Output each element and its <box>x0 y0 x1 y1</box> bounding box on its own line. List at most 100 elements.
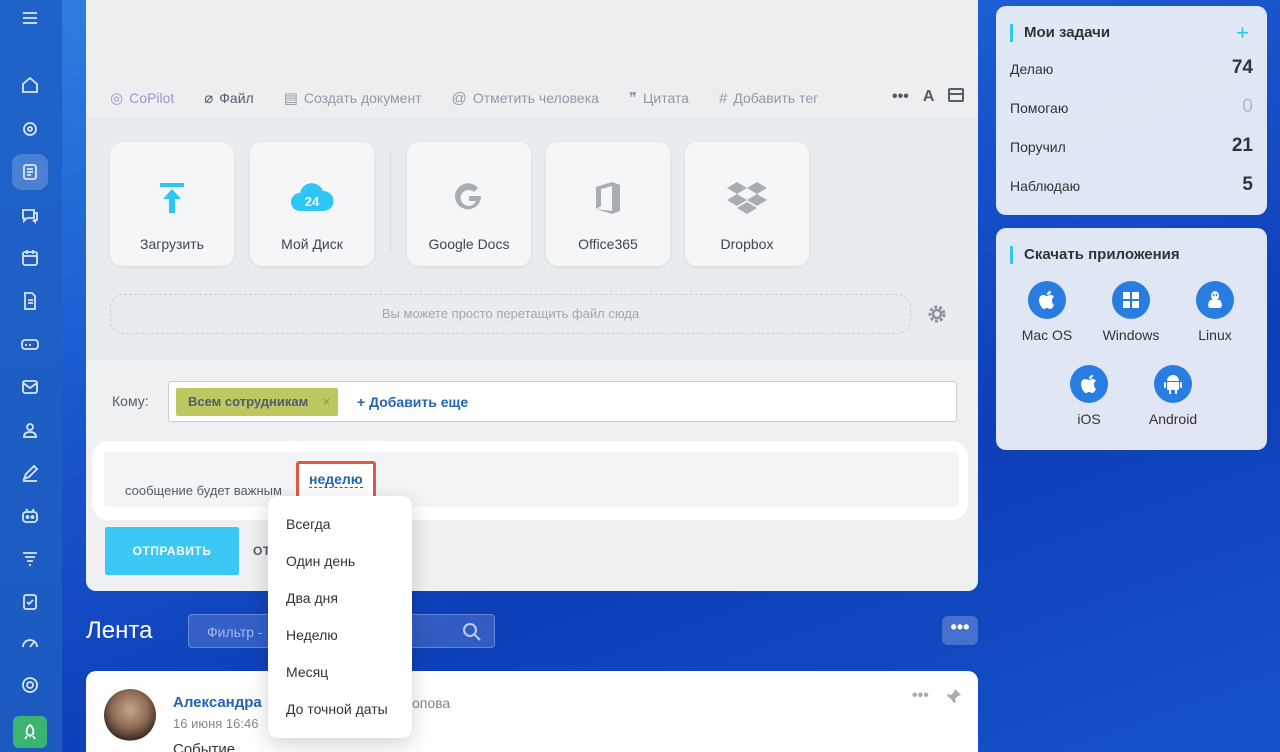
mention-label: Отметить человека <box>472 90 599 106</box>
dropbox-tile[interactable]: Dropbox <box>685 142 809 266</box>
font-format-icon[interactable]: A <box>923 88 935 107</box>
task-count: 5 <box>1242 174 1253 195</box>
office365-tile[interactable]: Office365 <box>546 142 670 266</box>
recipient-chip-label: Всем сотрудникам <box>188 394 309 409</box>
task-count: 21 <box>1231 135 1253 156</box>
settings-icon[interactable] <box>12 667 48 703</box>
dropbox-tile-label: Dropbox <box>720 236 774 252</box>
chat-icon[interactable] <box>12 197 48 233</box>
app-label: Mac OS <box>1021 327 1073 343</box>
important-period-link[interactable]: неделю <box>309 472 363 488</box>
dropdown-item-two-days[interactable]: Два дня <box>268 580 412 617</box>
send-button[interactable]: ОТПРАВИТЬ <box>105 527 239 575</box>
tasks-icon[interactable] <box>12 584 48 620</box>
more-icon[interactable]: ••• <box>892 88 909 107</box>
add-more-link[interactable]: + Добавить еще <box>357 394 468 410</box>
employees-icon[interactable] <box>12 412 48 448</box>
my-drive-tile[interactable]: 24 Мой Диск <box>250 142 374 266</box>
task-count: 0 <box>1242 96 1253 117</box>
feed-icon[interactable] <box>12 154 48 190</box>
quote-icon: ❞ <box>628 90 638 107</box>
paperclip-icon: ⌀ <box>204 90 214 107</box>
menu-icon[interactable] <box>12 0 48 36</box>
dropdown-item-exact-date[interactable]: До точной даты <box>268 691 412 728</box>
google-icon <box>447 178 491 218</box>
robot-icon[interactable] <box>12 498 48 534</box>
apps-title: Скачать приложения <box>1010 246 1180 264</box>
pin-icon[interactable] <box>946 688 962 709</box>
app-windows[interactable]: Windows <box>1089 281 1173 343</box>
task-row-doing[interactable]: Делаю 74 <box>1010 57 1253 78</box>
app-android[interactable]: Android <box>1131 365 1215 427</box>
post-date: 16 июня 16:46 <box>173 716 259 731</box>
apps-widget: Скачать приложения Mac OS Windows Linux … <box>996 228 1267 450</box>
gear-icon[interactable] <box>926 303 948 330</box>
task-row-assigned[interactable]: Поручил 21 <box>1010 135 1253 156</box>
panel-toggle-icon[interactable] <box>948 88 965 107</box>
composer-toolbar: ◎ CoPilot ⌀ Файл ▤ Создать документ @ От… <box>110 89 848 108</box>
funnel-icon[interactable] <box>12 541 48 577</box>
recipients-field[interactable]: Всем сотрудникам × + Добавить еще <box>168 381 957 422</box>
dropdown-item-week[interactable]: Неделю <box>268 617 412 654</box>
period-dropdown: Всегда Один день Два дня Неделю Месяц До… <box>268 496 412 738</box>
add-tag-button[interactable]: # Добавить тег <box>719 90 818 107</box>
app-ios[interactable]: iOS <box>1047 365 1131 427</box>
home-icon[interactable] <box>12 67 48 103</box>
dropdown-item-always[interactable]: Всегда <box>268 506 412 543</box>
post-author[interactable]: Александра <box>173 694 262 711</box>
add-task-icon[interactable]: + <box>1236 20 1249 46</box>
quote-label: Цитата <box>643 90 689 106</box>
drive-icon[interactable] <box>12 326 48 362</box>
add-tag-label: Добавить тег <box>733 90 819 106</box>
google-docs-tile[interactable]: Google Docs <box>407 142 531 266</box>
toolbar-right: ••• A <box>892 88 965 107</box>
tasks-title: Мои задачи <box>1010 24 1110 42</box>
rocket-icon[interactable] <box>13 716 47 748</box>
file-button[interactable]: ⌀ Файл <box>204 89 253 107</box>
office365-tile-label: Office365 <box>578 236 638 252</box>
avatar[interactable] <box>104 689 156 741</box>
upload-tile[interactable]: Загрузить <box>110 142 234 266</box>
copilot-icon[interactable] <box>12 111 48 147</box>
app-label: Android <box>1148 411 1198 427</box>
mention-button[interactable]: @ Отметить человека <box>452 90 599 107</box>
copilot-label: CoPilot <box>129 90 175 106</box>
feed-more-button[interactable]: ••• <box>942 616 978 645</box>
filter-placeholder: Фильтр - <box>207 624 263 640</box>
dropdown-item-one-day[interactable]: Один день <box>268 543 412 580</box>
app-macos[interactable]: Mac OS <box>1005 281 1089 343</box>
task-row-watching[interactable]: Наблюдаю 5 <box>1010 174 1253 195</box>
dropdown-item-month[interactable]: Месяц <box>268 654 412 691</box>
documents-icon[interactable] <box>12 283 48 319</box>
copilot-icon: ◎ <box>110 90 124 107</box>
at-icon: @ <box>451 89 467 107</box>
upload-tile-label: Загрузить <box>140 236 204 252</box>
sign-icon[interactable] <box>12 455 48 491</box>
calendar-icon[interactable] <box>12 240 48 276</box>
post-more-icon[interactable]: ••• <box>912 687 929 705</box>
cloud-24-icon: 24 <box>290 178 334 218</box>
create-document-button[interactable]: ▤ Создать документ <box>284 89 422 107</box>
left-sidebar <box>0 0 62 752</box>
app-label: iOS <box>1077 411 1101 427</box>
post-recipient[interactable]: опова <box>412 695 450 711</box>
mail-icon[interactable] <box>12 369 48 405</box>
search-icon[interactable] <box>462 622 482 647</box>
tiles-divider <box>390 152 391 252</box>
app-linux[interactable]: Linux <box>1173 281 1257 343</box>
android-icon <box>1154 365 1192 403</box>
hash-icon: # <box>718 89 728 107</box>
remove-chip-icon[interactable]: × <box>323 388 331 416</box>
dropzone[interactable]: Вы можете просто перетащить файл сюда <box>110 294 911 334</box>
quote-button[interactable]: ❞ Цитата <box>629 89 689 107</box>
important-text: сообщение будет важным <box>125 483 282 498</box>
copilot-button[interactable]: ◎ CoPilot <box>110 89 174 107</box>
task-label: Наблюдаю <box>1010 178 1081 194</box>
create-document-label: Создать документ <box>303 90 422 106</box>
task-row-helping[interactable]: Помогаю 0 <box>1010 96 1253 117</box>
task-label: Делаю <box>1010 61 1054 77</box>
office-icon <box>586 178 630 218</box>
tasks-widget: Мои задачи + Делаю 74 Помогаю 0 Поручил … <box>996 6 1267 215</box>
recipient-chip[interactable]: Всем сотрудникам × <box>176 388 339 416</box>
speedometer-icon[interactable] <box>12 624 48 660</box>
